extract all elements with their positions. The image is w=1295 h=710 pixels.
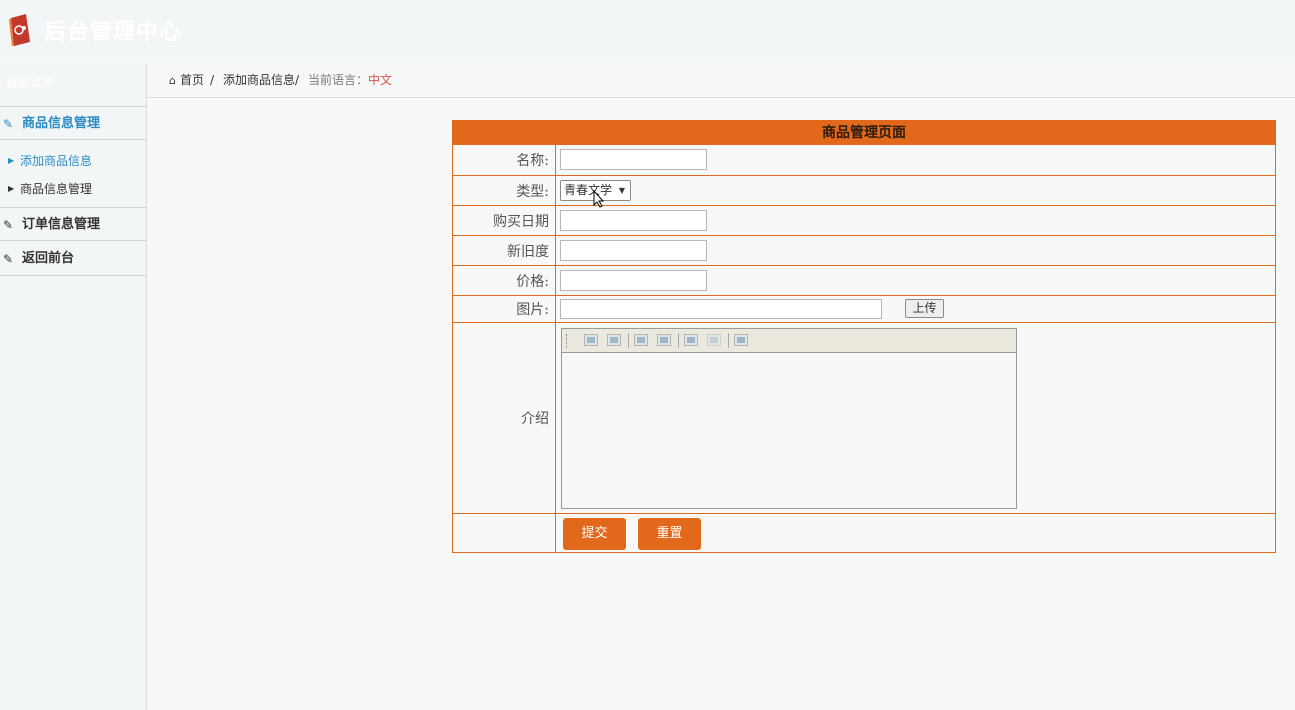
- goods-form: 商品管理页面 名称: 类型: 青春文学 ▼ 购买日期 新旧度 价格: 图片: 上…: [452, 120, 1276, 553]
- upload-button[interactable]: 上传: [905, 299, 944, 318]
- sidebar-section-orders[interactable]: ✎ 订单信息管理: [0, 207, 146, 241]
- toolbar-separator: [628, 333, 629, 348]
- editor-tool-icon[interactable]: [584, 334, 598, 346]
- breadcrumb: ⌂ 首页 / 添加商品信息 / 当前语言：中文: [147, 64, 1295, 98]
- intro-textarea[interactable]: [562, 353, 1016, 508]
- form-row-date: 购买日期: [453, 206, 1275, 236]
- toolbar-separator: [728, 333, 729, 348]
- condition-input[interactable]: [560, 240, 707, 261]
- toolbar-grip: [566, 334, 570, 348]
- breadcrumb-separator: /: [210, 73, 215, 87]
- image-path-input[interactable]: [560, 299, 882, 319]
- editor-tool-icon[interactable]: [657, 334, 671, 346]
- rich-text-editor: [561, 328, 1017, 509]
- type-label: 类型:: [453, 176, 556, 205]
- sidebar: 搜索菜单 ✎ 商品信息管理 ▶ 添加商品信息 ▶ 商品信息管理 ✎ 订单信息管理…: [0, 64, 147, 710]
- home-icon: ⌂: [169, 74, 176, 87]
- name-label: 名称:: [453, 145, 556, 175]
- editor-tool-icon[interactable]: [707, 334, 721, 346]
- edit-icon: ✎: [3, 117, 14, 131]
- dropdown-arrow-icon: ▼: [618, 186, 625, 195]
- caret-right-icon: ▶: [8, 156, 15, 165]
- breadcrumb-current[interactable]: 添加商品信息: [223, 64, 295, 97]
- editor-tool-icon[interactable]: [734, 334, 748, 346]
- caret-right-icon: ▶: [8, 184, 15, 193]
- form-row-actions: 提交 重置: [453, 514, 1275, 552]
- form-row-name: 名称:: [453, 145, 1275, 176]
- price-input[interactable]: [560, 270, 707, 291]
- form-row-type: 类型: 青春文学 ▼: [453, 176, 1275, 208]
- top-header: 后台管理中心: [0, 0, 1295, 62]
- book-logo-icon: [9, 14, 30, 46]
- breadcrumb-separator: /: [295, 73, 300, 87]
- date-label: 购买日期: [453, 206, 556, 235]
- editor-toolbar: [562, 329, 1016, 353]
- editor-tool-icon[interactable]: [607, 334, 621, 346]
- form-row-price: 价格:: [453, 266, 1275, 296]
- image-label: 图片:: [453, 296, 556, 322]
- editor-tool-icon[interactable]: [684, 334, 698, 346]
- form-title: 商品管理页面: [453, 121, 1275, 145]
- reset-button[interactable]: 重置: [638, 518, 701, 550]
- condition-label: 新旧度: [453, 236, 556, 265]
- sidebar-section-frontend[interactable]: ✎ 返回前台: [0, 242, 146, 276]
- intro-label: 介绍: [453, 323, 556, 513]
- form-row-condition: 新旧度: [453, 236, 1275, 266]
- actions-label-cell: [453, 514, 556, 552]
- edit-icon: ✎: [3, 218, 14, 232]
- sidebar-item-goods-manage[interactable]: ▶ 商品信息管理: [0, 176, 146, 202]
- breadcrumb-home[interactable]: ⌂ 首页: [169, 64, 204, 97]
- sidebar-search[interactable]: 搜索菜单: [0, 64, 146, 106]
- name-input[interactable]: [560, 149, 707, 170]
- form-row-image: 图片: 上传: [453, 296, 1275, 323]
- language-indicator: 当前语言：中文: [308, 73, 393, 87]
- toolbar-separator: [678, 333, 679, 348]
- sidebar-item-add-goods[interactable]: ▶ 添加商品信息: [0, 148, 146, 174]
- language-value[interactable]: 中文: [368, 73, 392, 87]
- sidebar-section-goods[interactable]: ✎ 商品信息管理: [0, 106, 146, 140]
- editor-tool-icon[interactable]: [634, 334, 648, 346]
- date-input[interactable]: [560, 210, 707, 231]
- submit-button[interactable]: 提交: [563, 518, 626, 550]
- price-label: 价格:: [453, 266, 556, 295]
- form-row-intro: 介绍: [453, 323, 1275, 514]
- edit-icon: ✎: [3, 252, 14, 266]
- app-brand: 后台管理中心: [44, 20, 183, 45]
